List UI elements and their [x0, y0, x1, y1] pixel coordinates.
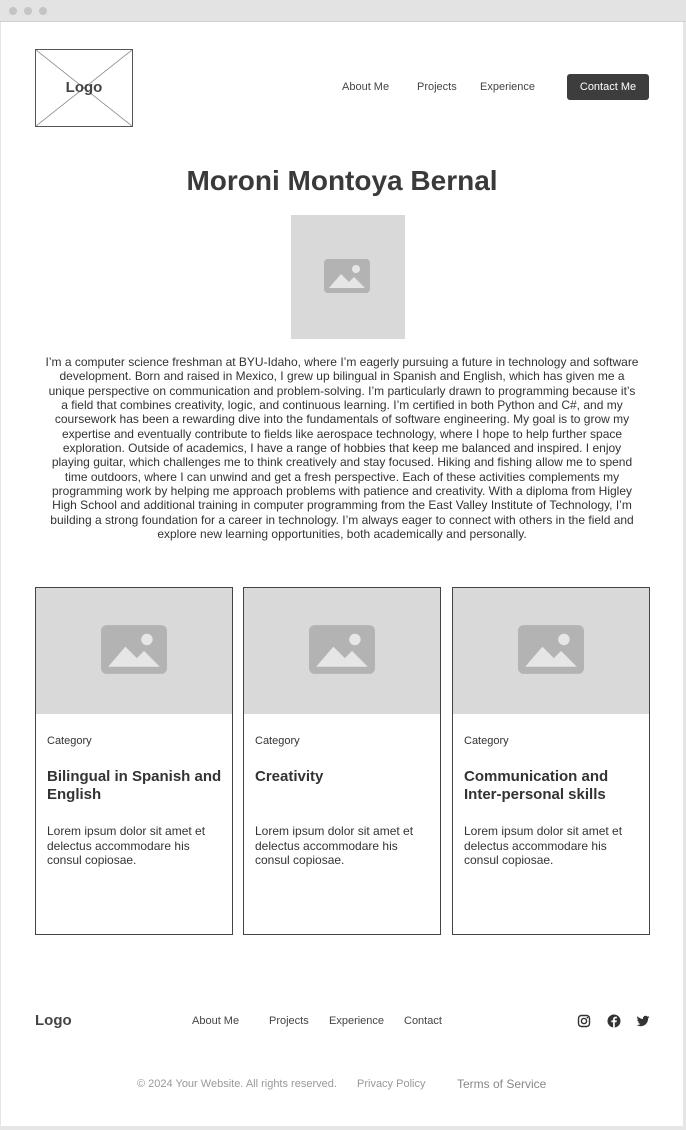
- browser-window: Logo About Me Projects Experience Contac…: [0, 0, 686, 1130]
- image-placeholder-icon: [101, 625, 167, 674]
- page: Logo About Me Projects Experience Contac…: [1, 22, 683, 1126]
- card-image: [453, 588, 649, 714]
- card-title: Communication and Inter-personal skills: [464, 768, 609, 803]
- nav-projects[interactable]: Projects: [417, 81, 457, 93]
- header-logo-text: Logo: [65, 79, 103, 96]
- window-close-dot[interactable]: [9, 7, 17, 15]
- card-title: Creativity: [255, 768, 324, 785]
- window-titlebar: [0, 0, 686, 22]
- instagram-icon[interactable]: [577, 1014, 591, 1028]
- nav-experience[interactable]: Experience: [480, 81, 535, 93]
- contact-me-button[interactable]: Contact Me: [567, 74, 649, 100]
- header-logo[interactable]: Logo: [35, 49, 133, 127]
- bio-paragraph: I’m a computer science freshman at BYU-I…: [45, 355, 639, 542]
- image-placeholder-icon: [324, 259, 370, 293]
- card-category: Category: [464, 735, 509, 747]
- footer-nav-projects[interactable]: Projects: [269, 1015, 309, 1027]
- copyright-text: © 2024 Your Website. All rights reserved…: [137, 1078, 337, 1090]
- nav-about-me[interactable]: About Me: [342, 81, 389, 93]
- skill-card: Category Bilingual in Spanish and Englis…: [35, 587, 233, 935]
- card-description: Lorem ipsum dolor sit amet et delectus a…: [255, 824, 414, 867]
- window-maximize-dot[interactable]: [39, 7, 47, 15]
- image-placeholder-icon: [309, 625, 375, 674]
- skill-card: Category Communication and Inter-persona…: [452, 587, 650, 935]
- hero-image: [291, 215, 405, 339]
- privacy-policy-link[interactable]: Privacy Policy: [357, 1078, 425, 1090]
- card-description: Lorem ipsum dolor sit amet et delectus a…: [47, 824, 206, 867]
- footer-nav-experience[interactable]: Experience: [329, 1015, 384, 1027]
- card-title: Bilingual in Spanish and English: [47, 768, 222, 803]
- card-description: Lorem ipsum dolor sit amet et delectus a…: [464, 824, 623, 867]
- facebook-icon[interactable]: [607, 1014, 621, 1028]
- footer-logo[interactable]: Logo: [35, 1012, 72, 1029]
- card-category: Category: [255, 735, 300, 747]
- card-image: [36, 588, 232, 714]
- terms-of-service-link[interactable]: Terms of Service: [457, 1077, 546, 1091]
- footer-nav-contact[interactable]: Contact: [404, 1015, 442, 1027]
- window-minimize-dot[interactable]: [24, 7, 32, 15]
- card-image: [244, 588, 440, 714]
- page-title: Moroni Montoya Bernal: [186, 165, 498, 196]
- footer-nav-about-me[interactable]: About Me: [192, 1015, 239, 1027]
- image-placeholder-icon: [518, 625, 584, 674]
- skill-card: Category Creativity Lorem ipsum dolor si…: [243, 587, 441, 935]
- twitter-icon[interactable]: [636, 1014, 650, 1028]
- card-category: Category: [47, 735, 92, 747]
